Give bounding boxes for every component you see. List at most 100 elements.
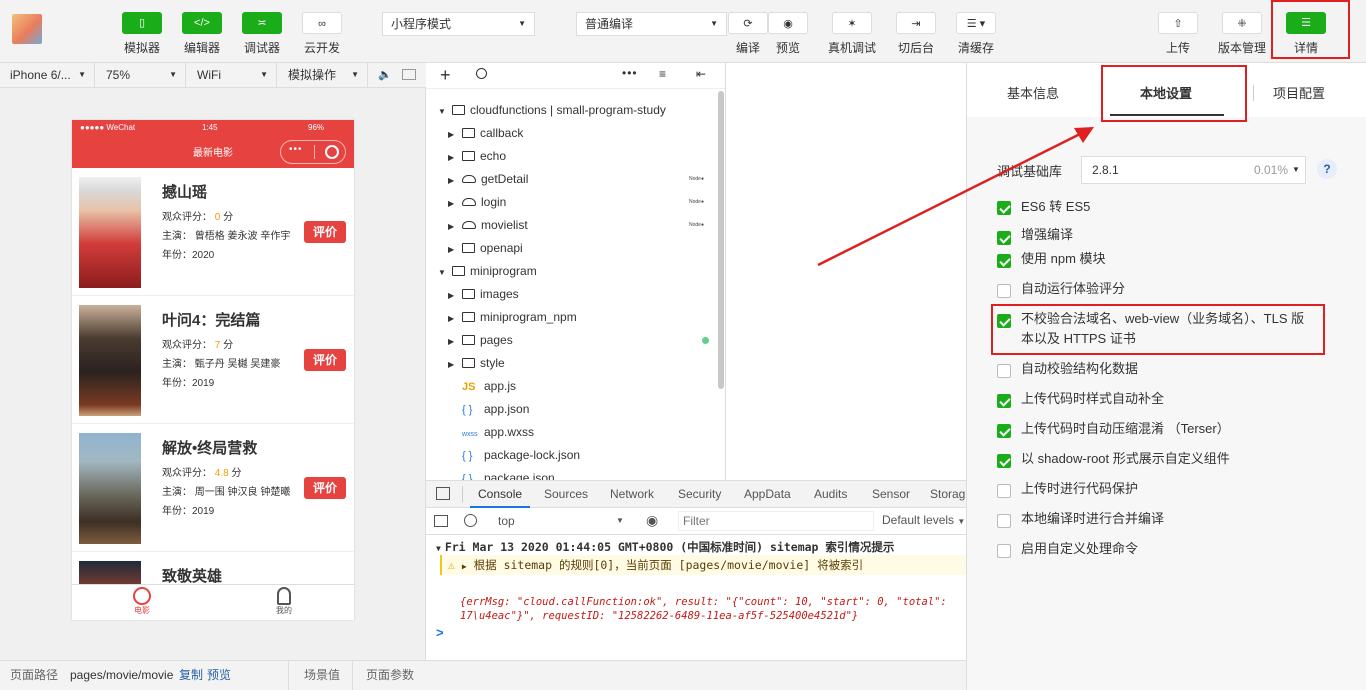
version-button[interactable]: ⁜ 版本管理 <box>1218 12 1266 56</box>
network-select[interactable]: WiFi ▼ <box>187 63 277 87</box>
device-select[interactable]: iPhone 6/... ▼ <box>0 63 95 87</box>
checkbox[interactable] <box>997 514 1011 528</box>
wxss-file-icon: wxss <box>462 431 478 438</box>
checkbox[interactable] <box>997 231 1011 245</box>
tab-sensor[interactable]: Sensor <box>872 481 910 508</box>
simulate-select[interactable]: 模拟操作 ▼ <box>278 63 368 87</box>
compile-select[interactable]: 普通编译 ▼ <box>576 12 727 36</box>
lib-version-select[interactable]: 2.8.1 0.01% ▼ <box>1081 156 1306 184</box>
checkbox[interactable] <box>997 544 1011 558</box>
checkbox[interactable] <box>997 394 1011 408</box>
tab-security[interactable]: Security <box>678 481 721 508</box>
clear-cache-button[interactable]: ☰ ▾ 清缓存 <box>956 12 996 56</box>
explorer-scrollbar[interactable] <box>718 91 724 389</box>
preview-link[interactable]: 预览 <box>207 661 231 690</box>
help-icon[interactable]: ? <box>1317 159 1337 179</box>
tree-file-package-lock[interactable]: { } package-lock.json <box>462 444 580 467</box>
tab-audits[interactable]: Audits <box>814 481 847 508</box>
background-button[interactable]: ⇥ 切后台 <box>896 12 936 56</box>
console-filter-input[interactable] <box>678 511 874 531</box>
page-params-button[interactable]: 页面参数 <box>366 661 414 690</box>
collapse-icon[interactable]: ⇤ <box>696 67 706 81</box>
capsule-button[interactable]: ••• <box>280 140 346 164</box>
clear-console-icon[interactable] <box>464 514 477 527</box>
tab-storage[interactable]: Storag <box>930 481 966 508</box>
rate-button[interactable]: 评价 <box>304 349 346 371</box>
copy-link[interactable]: 复制 <box>179 661 203 690</box>
rate-button[interactable]: 评价 <box>304 477 346 499</box>
cloud-dev-button[interactable]: ∞ 云开发 <box>302 12 342 56</box>
sitemap-group-header[interactable]: ▼ Fri Mar 13 2020 01:44:05 GMT+0800 (中国标准… <box>436 539 894 555</box>
preview-button[interactable]: ◉ 预览 <box>768 12 808 56</box>
sidebar-toggle-icon[interactable] <box>434 515 448 527</box>
chevron-down-icon: ▼ <box>351 70 359 79</box>
volume-icon[interactable]: 🔈 <box>378 68 392 81</box>
console-log-entry[interactable]: {errMsg: "cloud.callFunction:ok", result… <box>460 595 966 623</box>
more-icon[interactable]: ••• <box>622 66 638 80</box>
debugger-button[interactable]: ≍ 调试器 <box>242 12 282 56</box>
tree-file-app-js[interactable]: JS app.js <box>462 375 516 398</box>
tree-file-package-json[interactable]: { } package.json <box>462 467 555 480</box>
checkbox[interactable] <box>997 484 1011 498</box>
close-circle-icon[interactable] <box>325 145 339 159</box>
checkbox[interactable] <box>997 254 1011 268</box>
plus-icon[interactable]: + <box>440 65 451 86</box>
console-prompt[interactable]: > <box>436 625 444 640</box>
editor-area <box>726 63 966 480</box>
inspect-icon[interactable] <box>436 487 450 500</box>
tree-folder-login[interactable]: ▶ login Node● <box>448 191 723 214</box>
levels-select[interactable]: Default levels ▼ <box>882 513 965 527</box>
sort-icon[interactable]: ≡ <box>659 67 666 81</box>
more-icon[interactable]: ••• <box>289 144 303 155</box>
zoom-select[interactable]: 75% ▼ <box>96 63 186 87</box>
upload-button[interactable]: ⇧ 上传 <box>1158 12 1198 56</box>
checkbox[interactable] <box>997 424 1011 438</box>
tab-project-config[interactable]: 项目配置 <box>1273 83 1325 102</box>
tree-folder-openapi[interactable]: ▶ openapi <box>448 237 523 260</box>
tree-folder-cloudfunctions[interactable]: ▼ cloudfunctions | small-program-study <box>438 99 666 122</box>
checkbox[interactable] <box>997 284 1011 298</box>
tree-file-app-wxss[interactable]: wxss app.wxss <box>462 421 534 444</box>
context-select[interactable]: top ▼ <box>488 512 628 530</box>
simulator-button[interactable]: ▯ 模拟器 <box>122 12 162 56</box>
folder-icon <box>462 335 475 345</box>
checkbox[interactable] <box>997 454 1011 468</box>
tab-mine[interactable]: 我的 <box>264 587 304 616</box>
tab-movie[interactable]: 电影 <box>122 587 162 616</box>
chevron-down-icon: ▼ <box>518 19 526 28</box>
tab-basic-info[interactable]: 基本信息 <box>1007 83 1059 102</box>
tree-file-app-json[interactable]: { } app.json <box>462 398 529 421</box>
user-avatar[interactable] <box>12 14 42 44</box>
tree-folder-miniprogram[interactable]: ▼ miniprogram <box>438 260 537 283</box>
console-filter-bar: top▼ ◉ Default levels ▼ <box>426 508 966 535</box>
real-device-debug-button[interactable]: ✶ 真机调试 <box>828 12 876 56</box>
tree-folder-pages[interactable]: ▶ pages <box>448 329 723 352</box>
tab-network[interactable]: Network <box>610 481 654 508</box>
chevron-down-icon: ▼ <box>438 268 446 277</box>
scene-button[interactable]: 场景值 <box>304 661 340 690</box>
checkbox[interactable] <box>997 364 1011 378</box>
simulator-area: ●●●●● WeChat 1:45 96% 最新电影 ••• 撼山瑶 观众评分：… <box>0 88 426 660</box>
movie-item[interactable]: 叶问4：完结篇 观众评分： 7 分 主演： 甄子丹 吴樾 吴建豪 年份：2019… <box>72 296 354 424</box>
editor-button[interactable]: </> 编辑器 <box>182 12 222 56</box>
movie-item[interactable]: 解放•终局营救 观众评分： 4.8 分 主演： 周一围 钟汉良 钟楚曦 年份：2… <box>72 424 354 552</box>
search-icon[interactable] <box>476 68 487 79</box>
tab-sources[interactable]: Sources <box>544 481 588 508</box>
tree-folder-movielist[interactable]: ▶ movielist Node● <box>448 214 723 237</box>
tree-folder-echo[interactable]: ▶ echo <box>448 145 506 168</box>
tree-folder-style[interactable]: ▶ style <box>448 352 505 375</box>
mode-select[interactable]: 小程序模式 ▼ <box>382 12 535 36</box>
movie-item[interactable]: 撼山瑶 观众评分： 0 分 主演： 曾梧格 姜永波 辛作宇 年份：2020 评价 <box>72 168 354 296</box>
tree-folder-images[interactable]: ▶ images <box>448 283 519 306</box>
checkbox[interactable] <box>997 201 1011 215</box>
tab-console[interactable]: Console <box>470 481 531 508</box>
warning-message[interactable]: ⚠ ▶ 根据 sitemap 的规则[0]，当前页面 [pages/movie/… <box>440 555 966 575</box>
window-icon[interactable] <box>402 69 416 80</box>
tree-folder-callback[interactable]: ▶ callback <box>448 122 523 145</box>
tab-bar: 电影 我的 <box>72 584 354 620</box>
tree-folder-miniprogram-npm[interactable]: ▶ miniprogram_npm <box>448 306 577 329</box>
tab-appdata[interactable]: AppData <box>744 481 791 508</box>
eye-icon[interactable]: ◉ <box>646 512 658 529</box>
rate-button[interactable]: 评价 <box>304 221 346 243</box>
tree-folder-getdetail[interactable]: ▶ getDetail Node● <box>448 168 723 191</box>
